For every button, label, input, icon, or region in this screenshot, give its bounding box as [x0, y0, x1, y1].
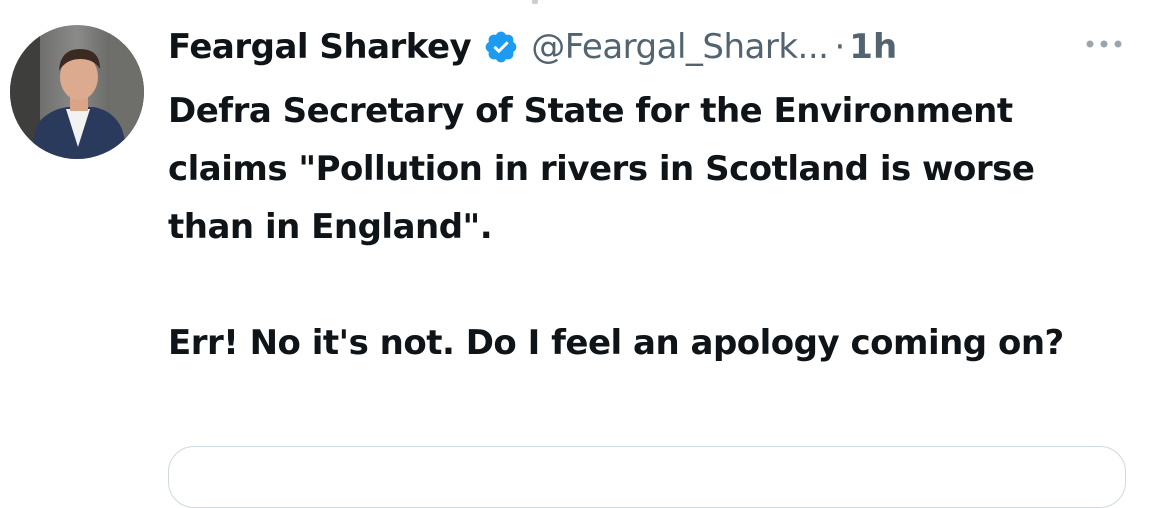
- author-handle[interactable]: @Feargal_Shark...: [531, 27, 829, 67]
- embedded-card[interactable]: [168, 446, 1126, 508]
- tweet-timestamp[interactable]: 1h: [849, 27, 897, 67]
- verified-badge-icon: [483, 29, 519, 65]
- avatar-photo: [10, 25, 144, 159]
- header-separator: ·: [834, 27, 846, 67]
- thread-connector: [532, 0, 538, 4]
- tweet-body: Defra Secretary of State for the Environ…: [168, 82, 1128, 372]
- more-options-icon[interactable]: [1082, 32, 1126, 56]
- tweet-header: Feargal Sharkey @Feargal_Shark... · 1h: [168, 22, 897, 72]
- author-name[interactable]: Feargal Sharkey: [168, 27, 472, 67]
- tweet-paragraph: Defra Secretary of State for the Environ…: [168, 91, 1035, 247]
- avatar[interactable]: [10, 25, 144, 159]
- tweet-paragraph: Err! No it's not. Do I feel an apology c…: [168, 323, 1064, 363]
